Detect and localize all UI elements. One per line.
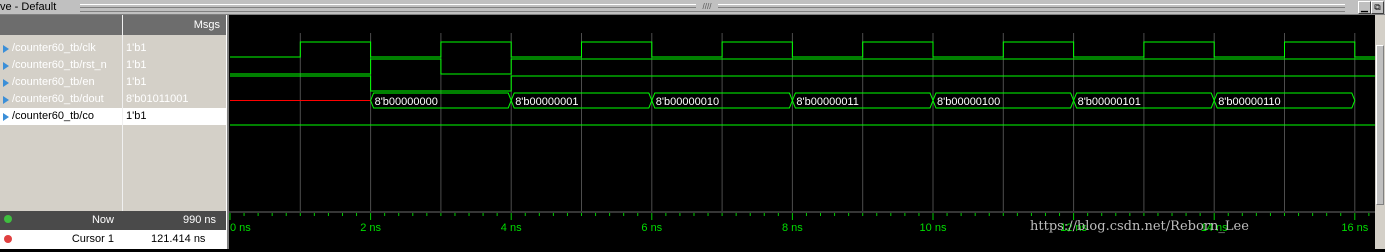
cursor-row[interactable]: Cursor 1 121.414 ns (0, 230, 226, 249)
window-title: ve - Default (0, 1, 57, 13)
name-column-header (0, 15, 122, 35)
wave-en (230, 75, 1375, 92)
dout-value-label: 8'b00000000 (375, 96, 438, 108)
signal-value: 1'b1 (126, 42, 147, 54)
scrollbar-thumb[interactable] (1376, 45, 1384, 205)
dout-value-label: 8'b00000011 (796, 96, 858, 108)
timeline-label: 6 ns (641, 222, 662, 234)
add-cursor-icon[interactable] (4, 215, 12, 223)
signal-row-co[interactable]: /counter60_tb/co (0, 108, 122, 125)
waveform-area[interactable]: 8'b00000000 8'b00000001 8'b00000010 8'b0000… (229, 15, 1375, 211)
signal-name: /counter60_tb/dout (12, 93, 104, 105)
timeline-label: 16 ns (1341, 222, 1368, 234)
dout-value-label: 8'b00000110 (1218, 96, 1280, 108)
timeline-label: 2 ns (360, 222, 381, 234)
now-row: Now 990 ns (0, 211, 226, 230)
signal-value: 1'b1 (123, 108, 226, 125)
wave-clk (230, 41, 1375, 58)
signal-value: 1'b1 (126, 76, 147, 88)
undock-button[interactable]: ⧉ (1371, 1, 1384, 14)
signal-row-en[interactable]: /counter60_tb/en (0, 74, 122, 91)
waveform-canvas: 8'b00000000 8'b00000001 8'b00000010 8'b0000… (230, 33, 1375, 211)
now-label: Now (91, 214, 114, 226)
now-value: 990 ns (183, 214, 217, 226)
dout-value-label: 8'b00000001 (515, 96, 578, 108)
window-titlebar: ve - Default //// ▁ ⧉ (0, 0, 1385, 15)
signal-row-dout[interactable]: /counter60_tb/dout (0, 91, 122, 108)
expand-bus-icon[interactable] (3, 96, 9, 104)
minimize-button[interactable]: ▁ (1358, 1, 1371, 14)
signal-name: /counter60_tb/en (12, 76, 95, 88)
signal-row-clk[interactable]: /counter60_tb/clk (0, 40, 122, 57)
msgs-header-label: Msgs (193, 19, 220, 31)
signal-icon (3, 62, 9, 70)
signal-value: 1'b1 (126, 59, 147, 71)
timeline-label: 0 ns (230, 222, 251, 234)
signal-icon (3, 45, 9, 53)
signal-row-rst-n[interactable]: /counter60_tb/rst_n (0, 57, 122, 74)
signal-icon (3, 79, 9, 87)
timeline-label: 10 ns (920, 222, 947, 234)
wave-rst-n (230, 58, 1375, 75)
vertical-scrollbar[interactable] (1375, 15, 1385, 249)
dout-value-label: 8'b00000101 (1078, 96, 1141, 108)
signal-name: /counter60_tb/clk (12, 42, 96, 54)
timeline-label: 8 ns (782, 222, 803, 234)
grip-handle[interactable]: //// (696, 3, 718, 11)
remove-cursor-icon[interactable] (4, 235, 12, 243)
signal-icon (3, 113, 9, 121)
cursor-pane: Now 990 ns Cursor 1 121.414 ns (0, 211, 226, 249)
timeline-label: 4 ns (501, 222, 522, 234)
dout-value-label: 8'b00000100 (937, 96, 1000, 108)
signal-name: /counter60_tb/co (12, 110, 94, 122)
cursor-value: 121.414 ns (151, 233, 206, 245)
signal-name: /counter60_tb/rst_n (12, 59, 107, 71)
msgs-column-header: Msgs (123, 15, 226, 35)
cursor-label: Cursor 1 (71, 233, 114, 245)
dout-value-label: 8'b00000010 (656, 96, 719, 108)
signal-value: 8'b01011001 (126, 93, 189, 105)
watermark: https://blog.csdn.net/Reborn_Lee (1030, 219, 1249, 234)
